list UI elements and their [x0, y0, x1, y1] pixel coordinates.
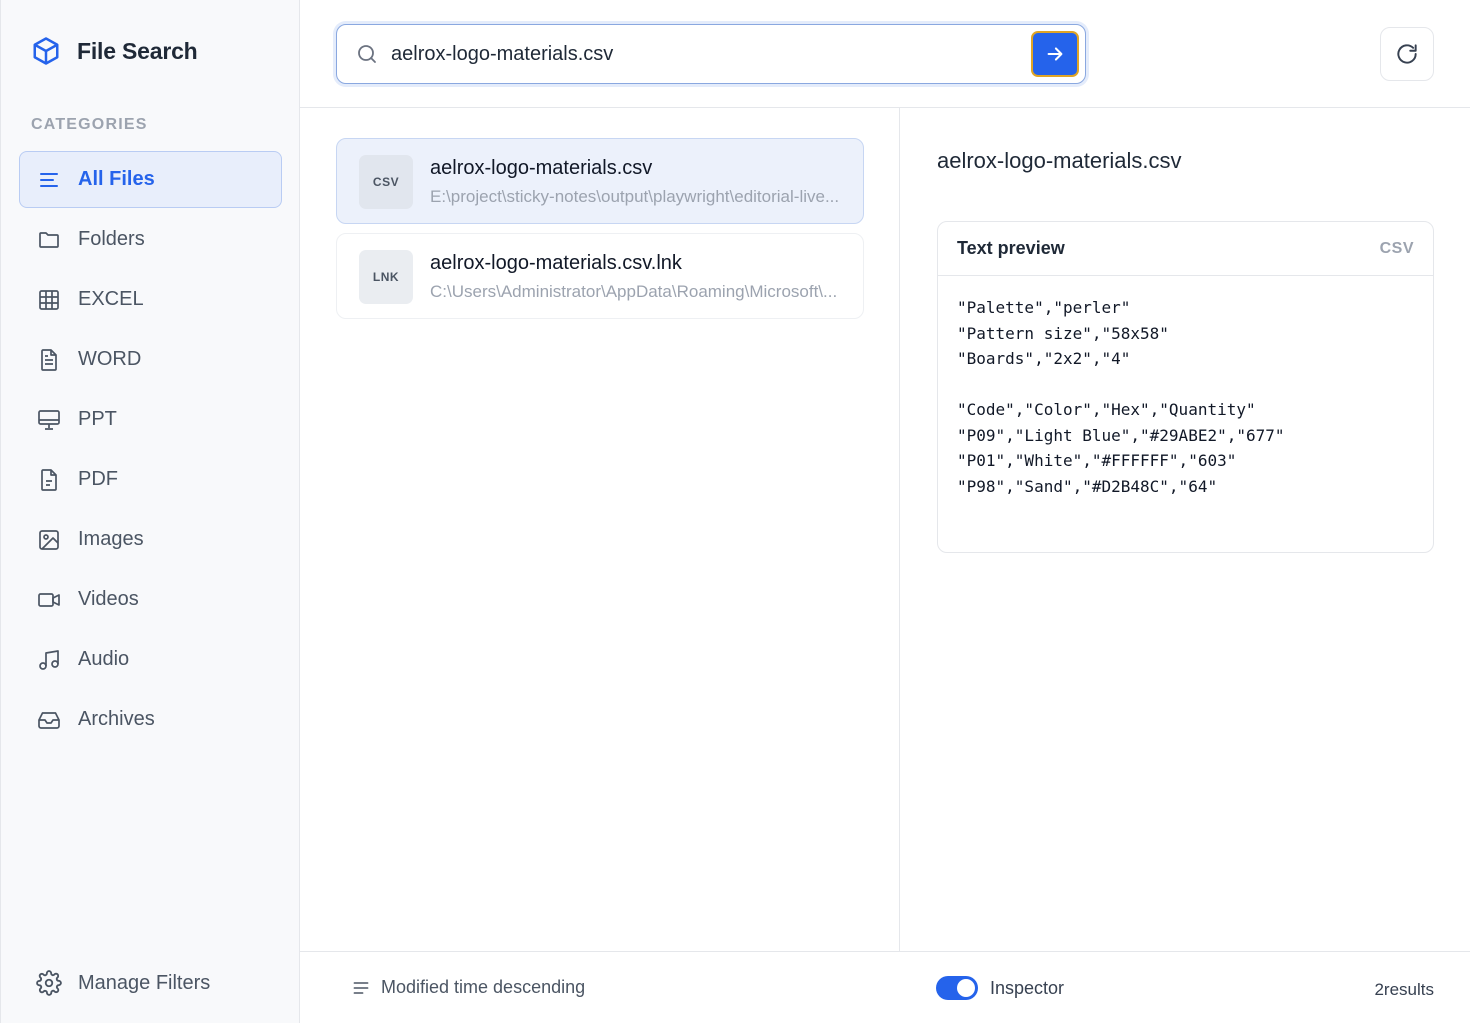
result-file-path: C:\Users\Administrator\AppData\Roaming\M…	[430, 282, 838, 301]
sidebar-item-label: EXCEL	[78, 288, 144, 310]
inspector-file-title: aelrox-logo-materials.csv	[937, 148, 1182, 173]
gear-icon	[36, 970, 62, 996]
file-type-badge: CSV	[359, 155, 413, 209]
sidebar-item-archives[interactable]: Archives	[19, 691, 282, 748]
image-icon	[39, 529, 59, 550]
sidebar-item-word[interactable]: WORD	[19, 331, 282, 388]
result-file-path: E:\project\sticky-notes\output\playwrigh…	[430, 187, 840, 206]
sidebar-item-label: Videos	[78, 588, 139, 610]
sidebar-item-label: Audio	[78, 648, 130, 670]
result-file-name: aelrox-logo-materials.csv	[430, 157, 653, 179]
folder-icon	[39, 231, 59, 248]
sidebar-item-folders[interactable]: Folders	[19, 211, 282, 268]
brand: File Search	[31, 36, 198, 66]
sidebar-item-label: All Files	[78, 168, 155, 190]
presentation-icon	[38, 409, 60, 430]
results-list: CSV aelrox-logo-materials.csv E:\project…	[300, 108, 900, 951]
sidebar-item-audio[interactable]: Audio	[19, 631, 282, 688]
search-input[interactable]	[391, 35, 1011, 73]
sidebar-item-images[interactable]: Images	[19, 511, 282, 568]
list-icon	[40, 172, 58, 187]
sidebar-item-label: PDF	[78, 468, 118, 490]
preview-content: "Palette","perler" "Pattern size","58x58…	[957, 298, 1285, 496]
refresh-button[interactable]	[1380, 27, 1434, 81]
cube-icon	[33, 37, 59, 65]
inspector-panel: aelrox-logo-materials.csv Text preview C…	[901, 108, 1470, 951]
manage-filters-label: Manage Filters	[78, 971, 211, 994]
sidebar-item-pdf[interactable]: PDF	[19, 451, 282, 508]
refresh-icon	[1397, 44, 1417, 64]
sidebar: File Search CATEGORIES All Files Folders…	[0, 0, 300, 1023]
inspector-toggle[interactable]	[936, 976, 978, 1000]
video-icon	[38, 592, 60, 607]
preview-title: Text preview	[957, 238, 1065, 258]
preview-file-type: CSV	[1379, 239, 1414, 257]
file-type-badge: LNK	[359, 250, 413, 304]
sidebar-item-label: Folders	[78, 228, 145, 250]
categories-heading: CATEGORIES	[31, 116, 148, 133]
toggle-knob	[957, 979, 975, 997]
sidebar-item-all-files[interactable]: All Files	[19, 151, 282, 208]
music-icon	[39, 649, 59, 670]
sort-icon	[353, 981, 369, 994]
sidebar-item-videos[interactable]: Videos	[19, 571, 282, 628]
inspector-toggle-label: Inspector	[990, 977, 1065, 998]
sort-selector[interactable]: Modified time descending	[351, 977, 585, 998]
arrow-right-icon	[1047, 47, 1063, 61]
preview-header: Text preview CSV	[938, 222, 1433, 276]
inspector-toggle-group: Inspector	[936, 976, 1064, 1000]
text-preview-card: Text preview CSV "Palette","perler" "Pat…	[937, 221, 1434, 553]
sidebar-item-excel[interactable]: EXCEL	[19, 271, 282, 328]
sidebar-item-label: Archives	[78, 708, 155, 730]
table-icon	[39, 289, 59, 310]
search-box	[336, 24, 1086, 84]
status-bar: Modified time descending Inspector 2resu…	[300, 951, 1470, 1023]
pdf-icon	[41, 468, 57, 491]
sidebar-item-label: Images	[78, 528, 144, 550]
manage-filters-button[interactable]: Manage Filters	[36, 970, 210, 996]
inbox-icon	[38, 711, 60, 729]
app-title: File Search	[77, 37, 198, 64]
result-item[interactable]: LNK aelrox-logo-materials.csv.lnk C:\Use…	[336, 233, 864, 319]
result-count: 2results	[1374, 980, 1434, 999]
sidebar-item-label: PPT	[78, 408, 117, 430]
search-icon	[358, 45, 376, 63]
result-file-name: aelrox-logo-materials.csv.lnk	[430, 252, 682, 274]
sidebar-item-ppt[interactable]: PPT	[19, 391, 282, 448]
top-bar	[300, 0, 1470, 108]
sort-label: Modified time descending	[381, 977, 586, 997]
document-icon	[41, 348, 57, 371]
category-nav: All Files Folders EXCEL WORD PPT PDF Ima…	[19, 151, 282, 751]
sidebar-item-label: WORD	[78, 348, 142, 370]
result-item[interactable]: CSV aelrox-logo-materials.csv E:\project…	[336, 138, 864, 224]
search-submit-button[interactable]	[1031, 31, 1079, 77]
